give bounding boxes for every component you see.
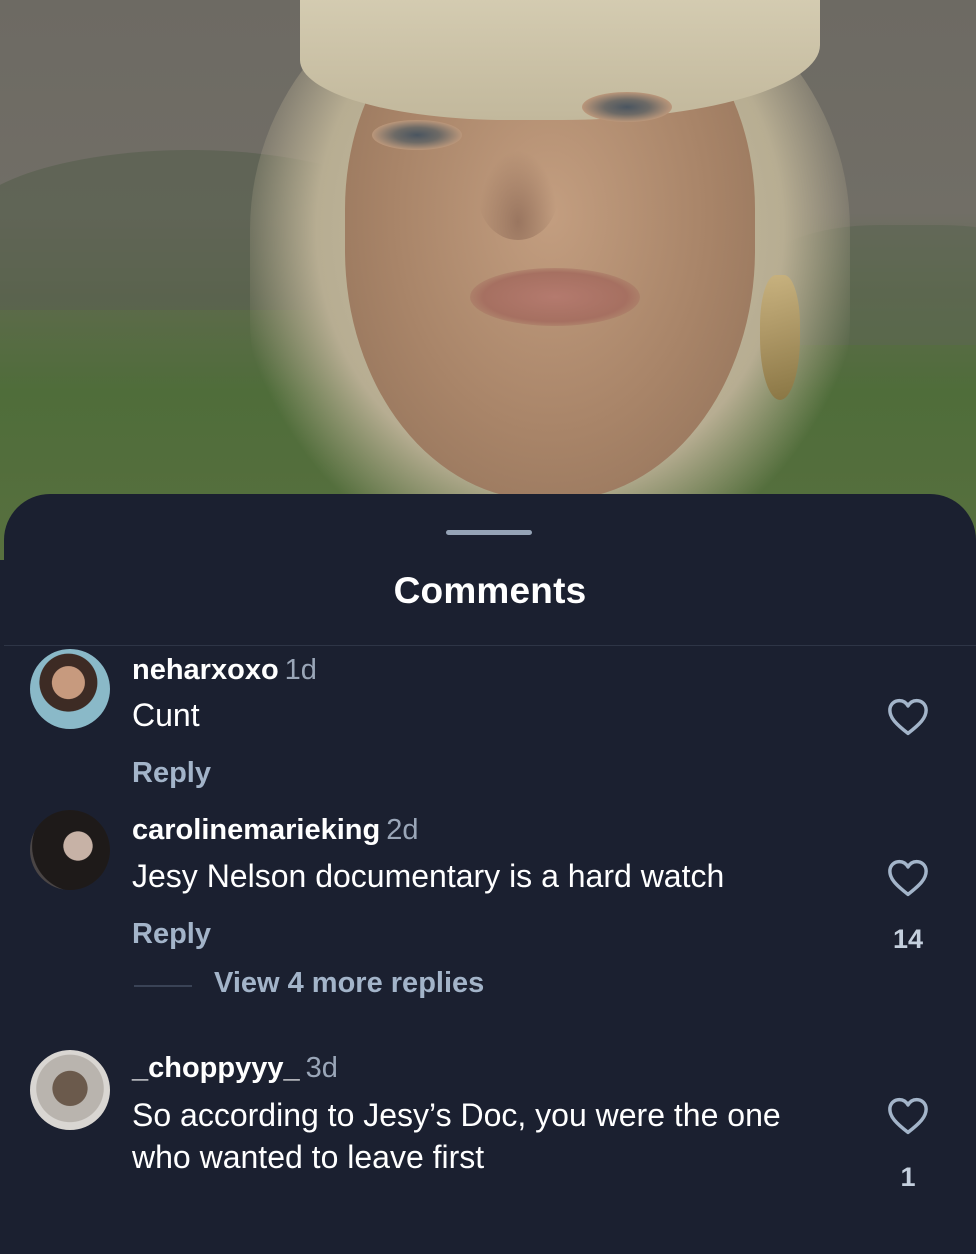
- replies-divider-line: [134, 985, 192, 987]
- person-right-eye: [582, 92, 672, 122]
- comment-meta: _choppyyy_ 3d: [132, 1052, 338, 1085]
- person-earring: [760, 275, 800, 400]
- comment-text: Jesy Nelson documentary is a hard watch: [132, 858, 725, 894]
- heart-icon[interactable]: [887, 859, 929, 897]
- view-more-replies-label: View 4 more replies: [214, 967, 485, 999]
- heart-icon[interactable]: [887, 1097, 929, 1135]
- timestamp: 2d: [386, 814, 419, 846]
- timestamp: 1d: [284, 654, 317, 686]
- like-count: 1: [900, 1162, 916, 1192]
- avatar[interactable]: [30, 1050, 110, 1130]
- person-nose: [478, 150, 558, 240]
- username[interactable]: _choppyyy_: [132, 1052, 300, 1084]
- person-lips: [470, 268, 640, 326]
- header-divider: [4, 645, 976, 646]
- heart-icon[interactable]: [887, 698, 929, 736]
- person-left-eye: [372, 120, 462, 150]
- avatar[interactable]: [30, 649, 110, 729]
- comment-text: Cunt: [132, 697, 200, 733]
- reply-button[interactable]: Reply: [132, 918, 211, 951]
- avatar[interactable]: [30, 810, 110, 890]
- comment-meta: neharxoxo 1d: [132, 654, 317, 687]
- username[interactable]: carolinemarieking: [132, 814, 380, 846]
- sheet-drag-handle[interactable]: [446, 530, 532, 535]
- video-background: [0, 0, 976, 560]
- comment-meta: carolinemarieking 2d: [132, 814, 418, 847]
- reply-button[interactable]: Reply: [132, 757, 211, 790]
- username[interactable]: neharxoxo: [132, 654, 279, 686]
- like-count: 14: [892, 924, 924, 954]
- sheet-title: Comments: [393, 570, 587, 611]
- timestamp: 3d: [305, 1052, 338, 1084]
- comments-sheet: Comments neharxoxo 1d Cunt Reply caroline…: [4, 494, 976, 1254]
- comment-text: So according to Jesy’s Doc, you were the…: [132, 1097, 781, 1175]
